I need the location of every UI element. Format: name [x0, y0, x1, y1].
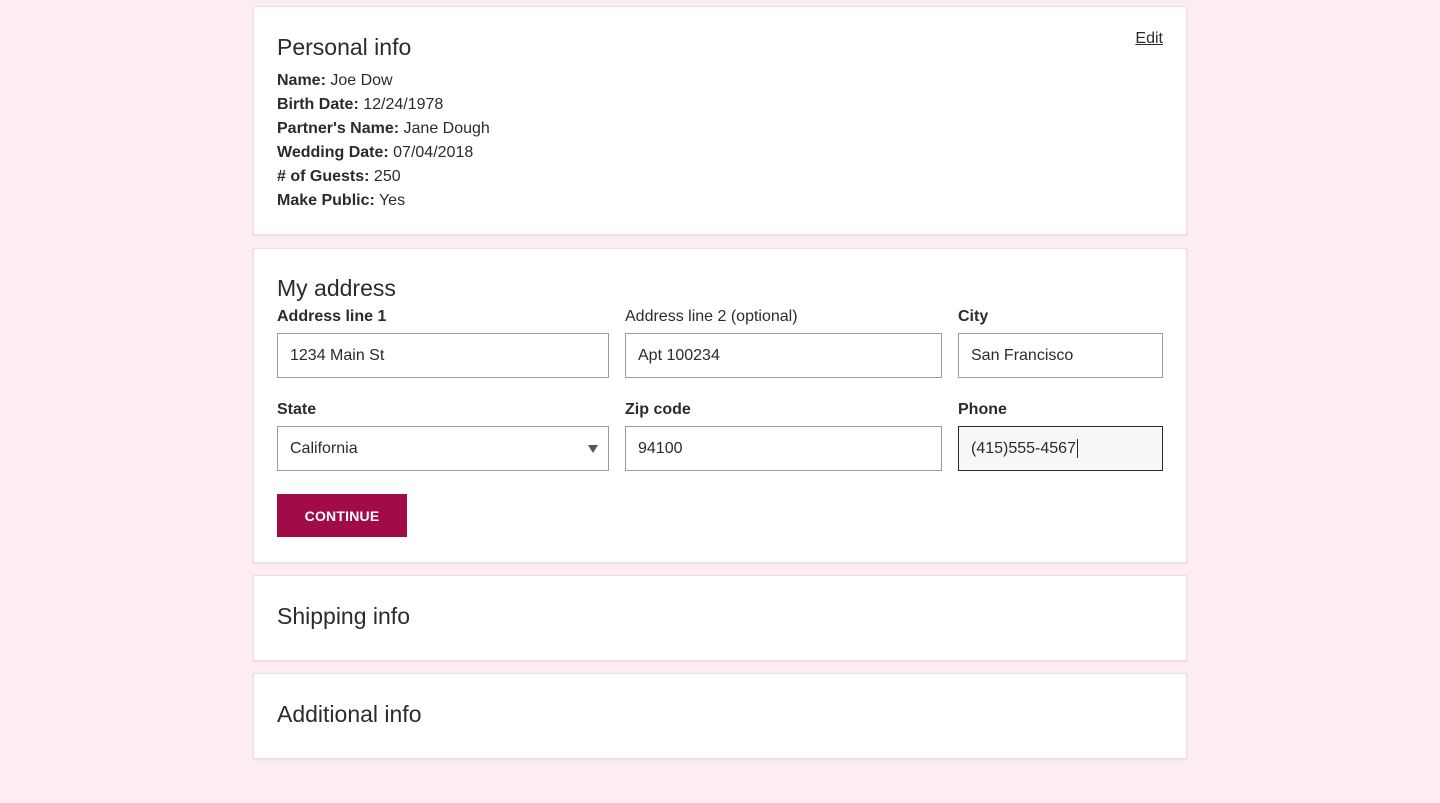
shipping-info-title: Shipping info [277, 603, 410, 629]
info-row-name: Name: Joe Dow [277, 69, 490, 93]
address-line2-label: Address line 2 (optional) [625, 308, 798, 325]
info-row-guests: # of Guests: 250 [277, 165, 490, 189]
info-label: # of Guests: [277, 168, 370, 185]
info-row-make-public: Make Public: Yes [277, 189, 490, 213]
address-title: My address [277, 275, 396, 301]
address-line1-field: Address line 1 1234 Main St [277, 307, 609, 378]
personal-info-list: Name: Joe Dow Birth Date: 12/24/1978 Par… [277, 69, 490, 213]
address-line2-input[interactable]: Apt 100234 [625, 333, 942, 378]
phone-field: Phone (415)555-4567 [958, 400, 1163, 471]
info-value: Joe Dow [330, 72, 393, 89]
personal-info-card: Personal info Edit Name: Joe Dow Birth D… [253, 6, 1187, 235]
info-value: Jane Dough [403, 120, 490, 137]
address-line1-input[interactable]: 1234 Main St [277, 333, 609, 378]
info-value: 250 [373, 168, 401, 185]
city-label: City [958, 308, 989, 325]
info-label: Name: [277, 72, 326, 89]
phone-input-value: (415)555-4567 [971, 440, 1076, 457]
additional-info-card[interactable]: Additional info [253, 673, 1187, 759]
edit-link[interactable]: Edit [1135, 30, 1163, 48]
continue-button[interactable]: CONTINUE [277, 494, 407, 537]
personal-info-title: Personal info [277, 34, 412, 60]
text-cursor [1076, 439, 1078, 459]
state-select-value: California [290, 440, 358, 457]
info-row-wedding-date: Wedding Date: 07/04/2018 [277, 141, 490, 165]
info-row-birth-date: Birth Date: 12/24/1978 [277, 93, 490, 117]
info-label: Birth Date: [277, 96, 359, 113]
city-field: City San Francisco [958, 307, 1163, 378]
zip-label: Zip code [625, 401, 691, 418]
city-input[interactable]: San Francisco [958, 333, 1163, 378]
state-field: State California [277, 400, 609, 471]
phone-label: Phone [958, 401, 1007, 418]
zip-input[interactable]: 94100 [625, 426, 942, 471]
zip-field: Zip code 94100 [625, 400, 942, 471]
state-select[interactable]: California [277, 426, 609, 471]
info-value: 12/24/1978 [363, 96, 444, 113]
address-line2-field: Address line 2 (optional) Apt 100234 [625, 307, 942, 378]
state-label: State [277, 401, 317, 418]
info-row-partner-name: Partner's Name: Jane Dough [277, 117, 490, 141]
info-value: Yes [378, 192, 406, 209]
address-line1-label: Address line 1 [277, 308, 387, 325]
info-value: 07/04/2018 [393, 144, 474, 161]
phone-input[interactable]: (415)555-4567 [958, 426, 1163, 471]
info-label: Wedding Date: [277, 144, 389, 161]
additional-info-title: Additional info [277, 701, 422, 727]
address-card: My address Address line 1 1234 Main St A… [253, 248, 1187, 563]
info-label: Make Public: [277, 192, 375, 209]
shipping-info-card[interactable]: Shipping info [253, 575, 1187, 661]
info-label: Partner's Name: [277, 120, 400, 137]
chevron-down-icon [588, 445, 598, 453]
